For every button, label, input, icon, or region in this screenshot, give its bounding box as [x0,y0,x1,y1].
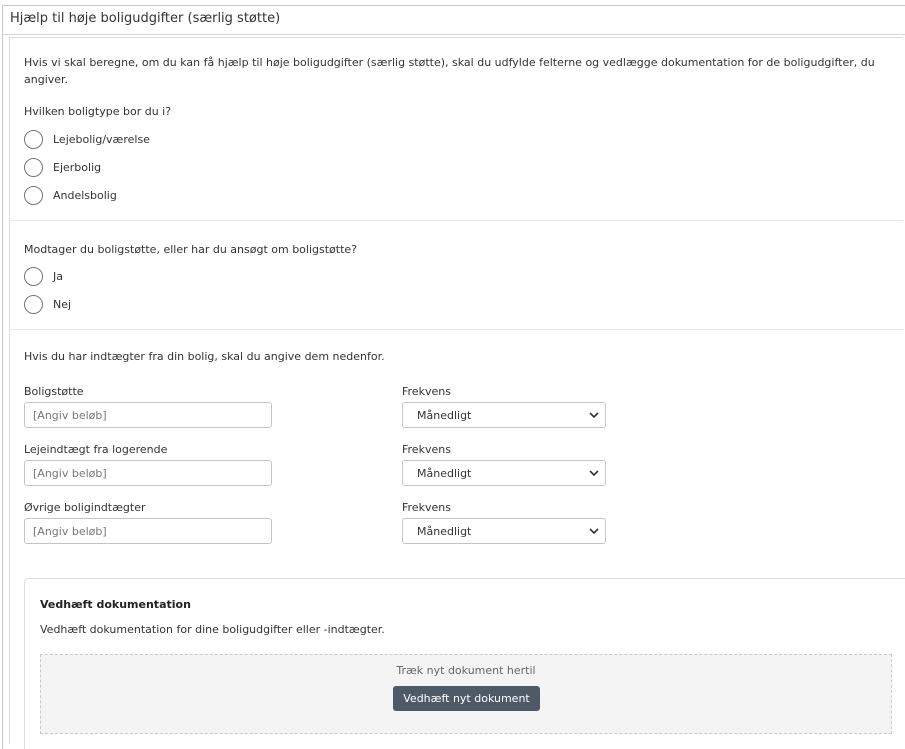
radio-nej-label[interactable]: Nej [53,298,71,311]
chevron-down-icon [589,470,599,477]
radio-ja-label[interactable]: Ja [53,270,63,283]
ovrige-amount-input[interactable] [24,518,272,544]
radio-lejebolig-label[interactable]: Lejebolig/værelse [53,133,150,146]
attach-document-button[interactable]: Vedhæft nyt dokument [393,686,540,711]
panel-title-divider [2,34,905,35]
lejeindtaegt-frequency-select[interactable]: Månedligt [402,460,606,486]
housing-support-question: Modtager du boligstøtte, eller har du an… [24,243,358,256]
boligstotte-label: Boligstøtte [24,385,84,398]
intro-text: Hvis vi skal beregne, om du kan få hjælp… [24,56,875,86]
housing-type-question: Hvilken boligtype bor du i? [24,105,172,118]
radio-andelsbolig[interactable] [24,186,43,205]
ovrige-frequency-select[interactable]: Månedligt [402,518,606,544]
ovrige-frequency-label: Frekvens [402,501,451,514]
boligstotte-frequency-label: Frekvens [402,385,451,398]
documentation-description: Vedhæft dokumentation for dine boligudgi… [40,623,385,636]
radio-ejerbolig[interactable] [24,158,43,177]
radio-ja[interactable] [24,267,43,286]
radio-lejebolig[interactable] [24,130,43,149]
boligstotte-amount-input[interactable] [24,402,272,428]
lejeindtaegt-amount-input[interactable] [24,460,272,486]
income-intro: Hvis du har indtægter fra din bolig, ska… [24,350,385,363]
lejeindtaegt-label: Lejeindtægt fra logerende [24,443,168,456]
boligstotte-frequency-select[interactable]: Månedligt [402,402,606,428]
documentation-title: Vedhæft dokumentation [40,598,191,611]
select-value: Månedligt [417,467,472,480]
chevron-down-icon [589,412,599,419]
radio-andelsbolig-label[interactable]: Andelsbolig [53,189,117,202]
chevron-down-icon [589,528,599,535]
radio-nej[interactable] [24,295,43,314]
ovrige-label: Øvrige boligindtægter [24,501,146,514]
section-divider [9,220,903,221]
radio-ejerbolig-label[interactable]: Ejerbolig [53,161,101,174]
select-value: Månedligt [417,525,472,538]
select-value: Månedligt [417,409,472,422]
section-divider [9,329,903,330]
panel-title: Hjælp til høje boligudgifter (særlig stø… [10,11,281,26]
dropzone-text: Træk nyt dokument hertil [396,664,536,677]
lejeindtaegt-frequency-label: Frekvens [402,443,451,456]
